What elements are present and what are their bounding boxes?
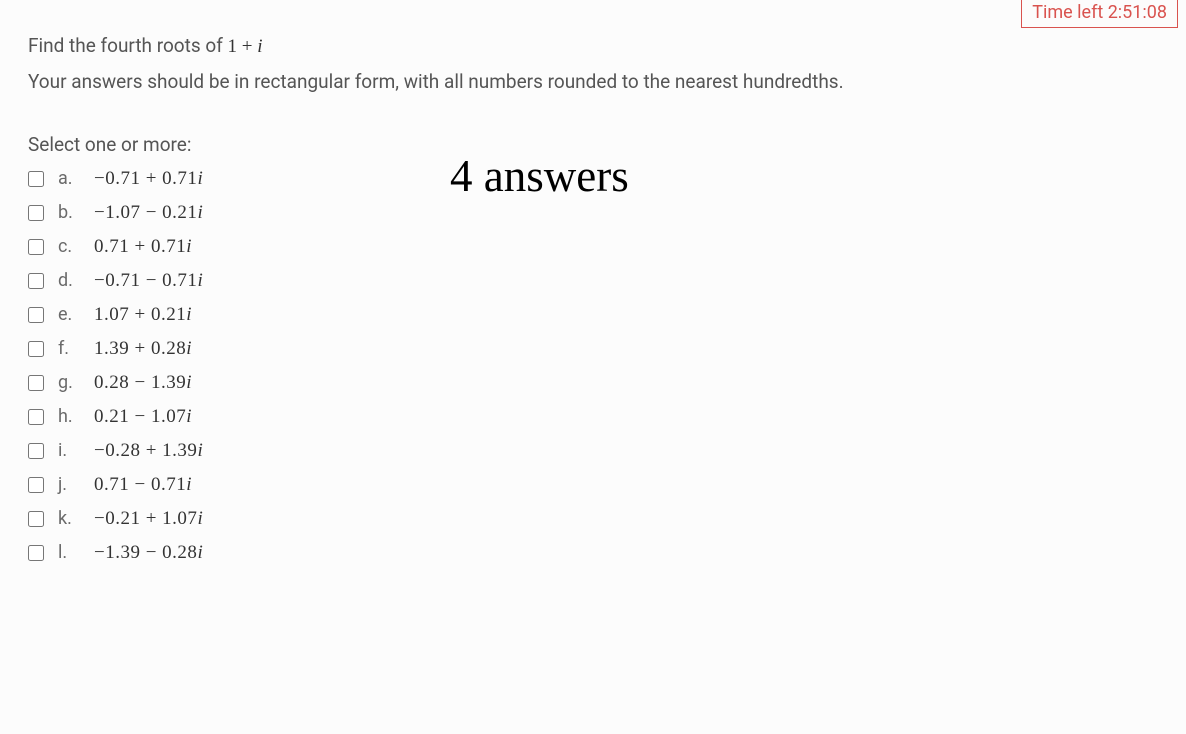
option-letter: i. [58,440,80,461]
timer-label: Time left [1032,2,1103,23]
option-value: 0.71 − 0.71i [94,474,192,496]
option-row: j. 0.71 − 0.71i [28,468,1158,502]
option-letter: l. [58,542,80,563]
option-row: h. 0.21 − 1.07i [28,400,1158,434]
option-value: 1.39 + 0.28i [94,338,192,360]
option-letter: d. [58,270,80,291]
option-checkbox-i[interactable] [28,443,44,459]
option-value: −0.21 + 1.07i [94,508,203,530]
option-letter: j. [58,474,80,495]
option-letter: b. [58,202,80,223]
option-checkbox-d[interactable] [28,273,44,289]
option-value: 1.07 + 0.21i [94,304,192,326]
timer-value: 2:51:08 [1108,2,1167,23]
option-letter: g. [58,372,80,393]
option-checkbox-e[interactable] [28,307,44,323]
option-checkbox-g[interactable] [28,375,44,391]
handwritten-annotation: 4 answers [450,150,629,202]
option-checkbox-a[interactable] [28,171,44,187]
option-checkbox-l[interactable] [28,545,44,561]
option-value: −0.28 + 1.39i [94,440,203,462]
question-expression: 1 + i [228,36,263,57]
option-checkbox-c[interactable] [28,239,44,255]
option-letter: f. [58,338,80,359]
option-value: −0.71 − 0.71i [94,270,203,292]
option-checkbox-k[interactable] [28,511,44,527]
option-row: i. −0.28 + 1.39i [28,434,1158,468]
question-text: Find the fourth roots of 1 + i [28,32,1158,62]
option-letter: h. [58,406,80,427]
option-value: −1.39 − 0.28i [94,542,203,564]
option-row: d. −0.71 − 0.71i [28,264,1158,298]
option-value: 0.21 − 1.07i [94,406,192,428]
option-value: 0.28 − 1.39i [94,372,192,394]
question-instruction: Your answers should be in rectangular fo… [28,70,1158,93]
option-value: −0.71 + 0.71i [94,168,203,190]
option-row: f. 1.39 + 0.28i [28,332,1158,366]
option-letter: c. [58,236,80,257]
option-letter: k. [58,508,80,529]
option-row: k. −0.21 + 1.07i [28,502,1158,536]
option-row: e. 1.07 + 0.21i [28,298,1158,332]
question-prefix: Find the fourth roots of [28,34,228,57]
option-value: −1.07 − 0.21i [94,202,203,224]
timer-box: Time left 2:51:08 [1021,0,1178,28]
option-row: g. 0.28 − 1.39i [28,366,1158,400]
option-checkbox-j[interactable] [28,477,44,493]
option-checkbox-f[interactable] [28,341,44,357]
option-row: c. 0.71 + 0.71i [28,230,1158,264]
option-letter: e. [58,304,80,325]
option-value: 0.71 + 0.71i [94,236,192,258]
option-row: l. −1.39 − 0.28i [28,536,1158,570]
option-checkbox-b[interactable] [28,205,44,221]
option-checkbox-h[interactable] [28,409,44,425]
option-letter: a. [58,168,80,189]
options-list: a. −0.71 + 0.71i b. −1.07 − 0.21i c. 0.71 + 0… [28,162,1158,570]
